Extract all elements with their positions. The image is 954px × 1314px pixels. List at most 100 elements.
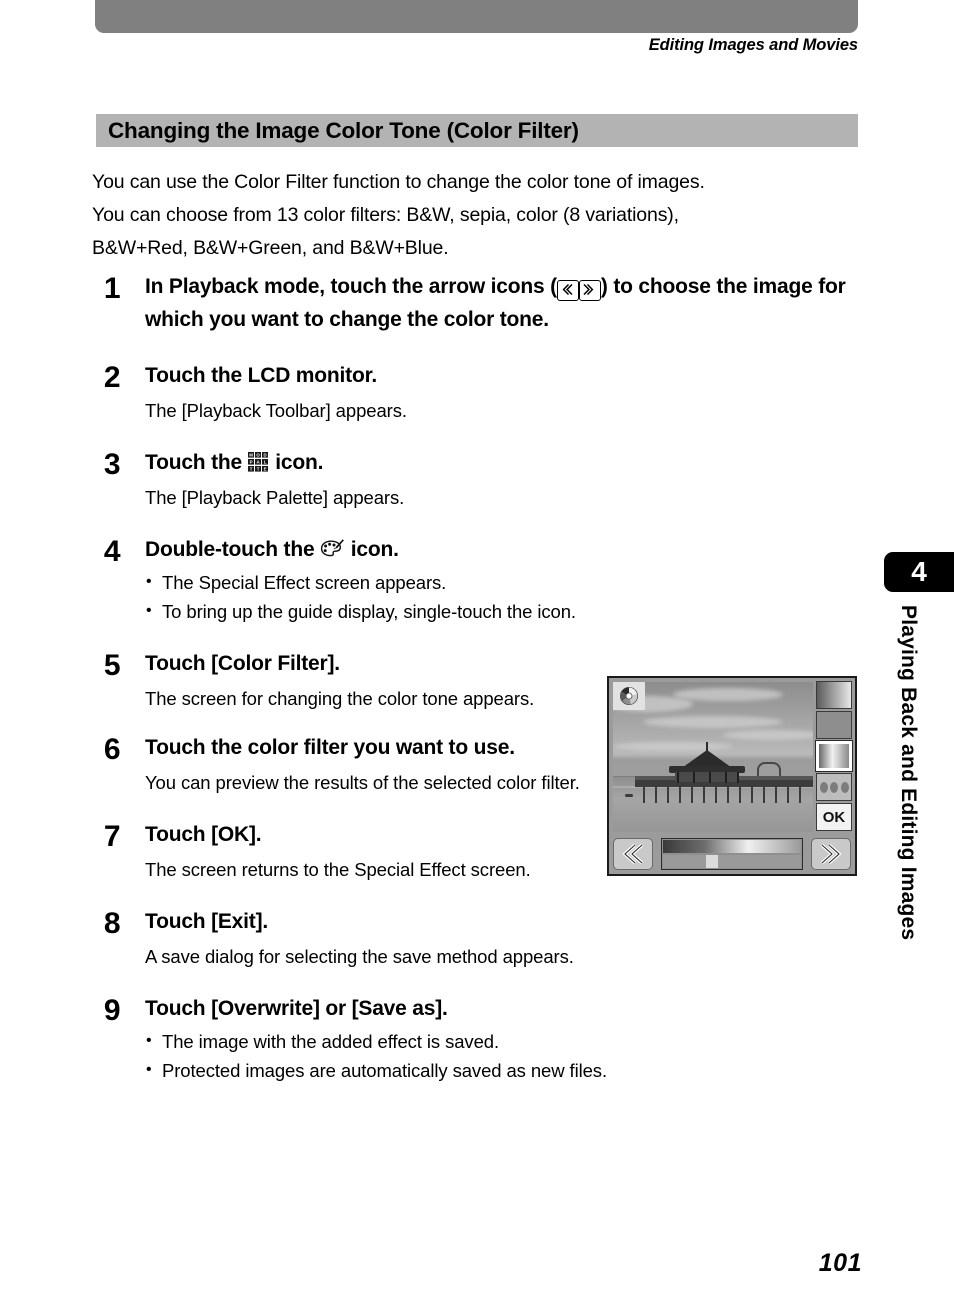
step-bullets: The Special Effect screen appears. To br… <box>145 565 892 626</box>
step-body: The [Playback Palette] appears. <box>145 487 405 508</box>
step-heading-pre: Touch the <box>145 451 248 474</box>
dot <box>830 781 838 793</box>
pier-piling <box>715 787 717 803</box>
gradient-button[interactable] <box>816 681 852 709</box>
cloud <box>673 688 783 701</box>
pier-piling <box>775 787 777 803</box>
step-number: 8 <box>103 907 121 940</box>
step-body: The [Playback Toolbar] appears. <box>145 400 407 421</box>
step-2: 2 Touch the LCD monitor. The [Playback T… <box>92 361 892 425</box>
step-3: 3 Touch the MODPALTTE icon. The [Playbac… <box>92 448 892 512</box>
step-number: 2 <box>103 361 121 394</box>
intro-line-3: B&W+Red, B&W+Green, and B&W+Blue. <box>92 237 449 259</box>
bullet-item: The Special Effect screen appears. <box>145 567 892 597</box>
step-8: 8 Touch [Exit]. A save dialog for select… <box>92 907 892 971</box>
step-heading: Double-touch the icon. <box>145 535 892 565</box>
step-4: 4 Double-touch the icon. The Special Eff… <box>92 535 892 626</box>
lcd-monitor: OK <box>609 678 855 874</box>
pier-piling <box>643 787 645 803</box>
step-9: 9 Touch [Overwrite] or [Save as]. The im… <box>92 994 892 1085</box>
pier-piling <box>679 787 681 803</box>
step-heading-post: icon. <box>269 451 324 474</box>
intro-line-2: You can choose from 13 color filters: B&… <box>92 204 679 226</box>
step-heading-pre: In Playback mode, touch the arrow icons … <box>145 275 557 298</box>
pavilion-column <box>725 772 727 783</box>
pier-piling <box>763 787 765 803</box>
distant-boat <box>625 794 633 797</box>
bullet-item: The image with the added effect is saved… <box>145 1026 892 1056</box>
double-chevron-left-icon[interactable] <box>613 838 653 870</box>
step-bullets: The image with the added effect is saved… <box>145 1024 892 1085</box>
slider-gradient-preview <box>663 840 801 853</box>
step-heading-post: icon. <box>345 538 399 561</box>
pier-piling <box>787 787 789 803</box>
cloud <box>643 716 783 728</box>
artist-palette-icon <box>320 538 345 559</box>
step-number: 5 <box>103 649 121 682</box>
color-filter-slider[interactable] <box>661 838 803 870</box>
arrow-left-right-icons <box>556 275 601 305</box>
step-body: A save dialog for selecting the save met… <box>145 946 574 967</box>
svg-text:E: E <box>263 466 266 471</box>
pier-piling <box>703 787 705 803</box>
step-number: 3 <box>103 448 121 481</box>
pavilion-column <box>737 772 739 783</box>
step-number: 6 <box>103 733 121 766</box>
chapter-title-vertical: Playing Back and Editing Images <box>897 605 920 941</box>
page-number: 101 <box>818 1249 862 1277</box>
step-number: 9 <box>103 994 121 1027</box>
step-heading: Touch [Overwrite] or [Save as]. <box>145 997 448 1020</box>
step-heading: Touch the MODPALTTE icon. <box>145 448 892 478</box>
ok-button[interactable]: OK <box>816 803 852 831</box>
step-1: 1 In Playback mode, touch the arrow icon… <box>92 272 892 335</box>
intro-line-1: You can use the Color Filter function to… <box>92 171 705 193</box>
pier-piling <box>691 787 693 803</box>
preview-photo <box>613 682 813 832</box>
pavilion-column <box>693 772 695 783</box>
step-heading: Touch the color filter you want to use. <box>145 736 515 759</box>
step-heading-pre: Double-touch the <box>145 538 321 561</box>
pavilion-column <box>677 772 679 783</box>
pavilion-column <box>709 772 711 783</box>
bullet-item: Protected images are automatically saved… <box>145 1055 892 1085</box>
step-heading: Touch [Color Filter]. <box>145 652 340 675</box>
bullet-item: To bring up the guide display, single-to… <box>145 596 892 626</box>
step-number: 4 <box>103 535 121 568</box>
color-wheel-badge <box>613 682 645 710</box>
mode-palette-icon: MODPALTTE <box>247 452 270 472</box>
step-heading: Touch the LCD monitor. <box>145 364 378 387</box>
double-chevron-right-icon <box>578 279 601 301</box>
pier-piling <box>727 787 729 803</box>
selected-gradient-button[interactable] <box>815 740 853 772</box>
slider-track[interactable] <box>663 855 801 868</box>
step-body: You can preview the results of the selec… <box>145 772 580 793</box>
color-wheel-icon <box>620 687 638 705</box>
slider-handle[interactable] <box>706 855 718 868</box>
dot <box>840 781 849 793</box>
header-bar <box>95 0 858 33</box>
svg-text:P: P <box>249 459 252 464</box>
step-body: The screen for changing the color tone a… <box>145 688 535 709</box>
pier-piling <box>799 787 801 803</box>
pier-piling <box>655 787 657 803</box>
step-number: 1 <box>103 272 121 305</box>
running-head: Editing Images and Movies <box>648 36 858 54</box>
pier-piling <box>739 787 741 803</box>
double-chevron-right-icon[interactable] <box>811 838 851 870</box>
step-number: 7 <box>103 820 121 853</box>
intro-paragraph: You can use the Color Filter function to… <box>92 166 882 265</box>
pavilion-body <box>675 772 739 782</box>
pier-piling <box>667 787 669 803</box>
filter-navigation-strip <box>613 838 851 870</box>
dot <box>819 781 828 793</box>
section-title-bar: Changing the Image Color Tone (Color Fil… <box>96 114 858 147</box>
double-chevron-left-icon <box>556 279 579 301</box>
svg-text:M: M <box>249 452 253 457</box>
step-heading: In Playback mode, touch the arrow icons … <box>145 272 892 335</box>
pier-piling <box>751 787 753 803</box>
three-dots-button[interactable] <box>816 773 852 801</box>
svg-text:D: D <box>263 452 266 457</box>
color-filter-lcd-screen: OK <box>607 676 857 876</box>
step-heading: Touch [Exit]. <box>145 910 269 933</box>
plain-gray-button[interactable] <box>816 711 852 739</box>
